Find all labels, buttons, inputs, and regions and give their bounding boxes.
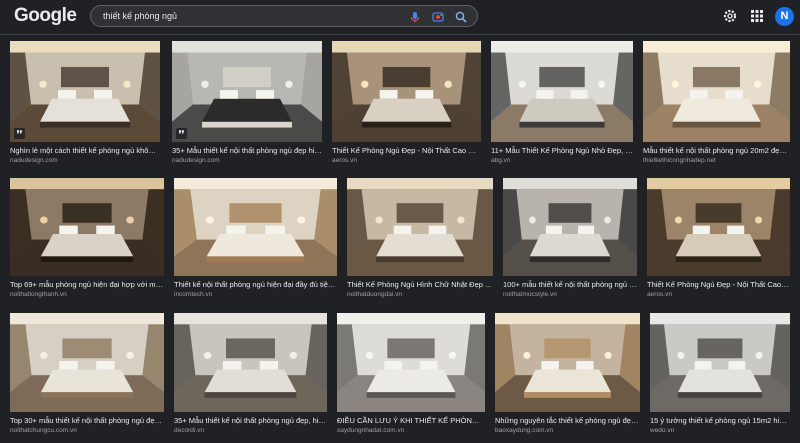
result-title[interactable]: Thiết Kế Phòng Ngủ Hình Chữ Nhật Đẹp ... [347, 280, 493, 290]
result-thumbnail-image[interactable] [174, 178, 337, 276]
result-title[interactable]: Nghìn lẻ một cách thiết kế phòng ngủ khô… [10, 146, 160, 156]
image-result-card[interactable]: 15 ý tưởng thiết kế phòng ngủ 15m2 hiện … [650, 313, 790, 438]
image-result-card[interactable]: Top 69+ mẫu phòng ngủ hiện đại hợp với m… [10, 178, 164, 302]
result-source[interactable]: aeros.vn [647, 290, 790, 299]
result-source[interactable]: nadudesign.com [172, 156, 322, 165]
result-title[interactable]: Top 30+ mẫu thiết kế nội thất phòng ngủ … [10, 416, 164, 426]
top-bar: Google thiết kế phòng ngủ N [0, 0, 800, 34]
result-title[interactable]: ĐIỀU CẦN LƯU Ý KHI THIẾT KẾ PHÒNG NGỦ ..… [337, 416, 485, 426]
result-title[interactable]: Mẫu thiết kế nội thất phòng ngủ 20m2 đẹp… [643, 146, 790, 156]
result-thumbnail-image[interactable] [503, 178, 637, 276]
result-thumbnail-image[interactable] [647, 178, 790, 276]
result-title[interactable]: 11+ Mẫu Thiết Kế Phòng Ngủ Nhỏ Đẹp, Đã..… [491, 146, 633, 156]
result-source[interactable]: wedo.vn [650, 426, 790, 435]
lens-camera-icon[interactable] [431, 10, 445, 24]
result-title[interactable]: 35+ Mẫu thiết kế nội thất phòng ngủ đẹp … [172, 146, 322, 156]
image-result-card[interactable]: 100+ mẫu thiết kế nội thất phòng ngủ hiệ… [503, 178, 637, 302]
settings-gear-icon[interactable] [722, 8, 738, 24]
result-source[interactable]: thietkethicongnhadep.net [643, 156, 790, 165]
result-source[interactable]: noithatchungcu.com.vn [10, 426, 164, 435]
search-icon[interactable] [454, 10, 468, 24]
search-input[interactable] [103, 8, 393, 24]
result-thumbnail-image[interactable] [10, 313, 164, 412]
image-result-card[interactable]: Mẫu thiết kế nội thất phòng ngủ 20m2 đẹp… [643, 41, 790, 168]
result-thumbnail-image[interactable] [337, 313, 485, 412]
result-thumbnail-image[interactable] [10, 41, 160, 142]
image-result-card[interactable]: Thiết Kế Phòng Ngủ Đẹp - Nội Thất Cao Cấ… [647, 178, 790, 302]
image-result-card[interactable]: Những nguyên tắc thiết kế phòng ngủ đẹp … [495, 313, 640, 438]
apps-grid-icon[interactable] [749, 8, 765, 24]
result-title[interactable]: Thiết Kế Phòng Ngủ Đẹp - Nội Thất Cao Cấ… [332, 146, 481, 156]
microphone-icon[interactable] [408, 10, 422, 24]
image-result-card[interactable]: Thiết Kế Phòng Ngủ Đẹp - Nội Thất Cao Cấ… [332, 41, 481, 168]
result-title[interactable]: 35+ Mẫu thiết kế nội thất phòng ngủ đẹp,… [174, 416, 327, 426]
image-result-card[interactable]: Thiết kế nội thất phòng ngủ hiện đại đầy… [174, 178, 337, 302]
result-source[interactable]: baoxaydung.com.vn [495, 426, 640, 435]
google-logo[interactable]: Google [14, 5, 77, 27]
image-result-card[interactable]: 11+ Mẫu Thiết Kế Phòng Ngủ Nhỏ Đẹp, Đã..… [491, 41, 633, 168]
image-result-card[interactable]: ❜❜ 35+ Mẫu thiết kế nội thất phòng ngủ đẹ… [172, 41, 322, 168]
result-thumbnail-image[interactable] [332, 41, 481, 142]
result-title[interactable]: 100+ mẫu thiết kế nội thất phòng ngủ hiệ… [503, 280, 637, 290]
result-title[interactable]: Top 69+ mẫu phòng ngủ hiện đại hợp với m… [10, 280, 164, 290]
image-result-card[interactable]: 35+ Mẫu thiết kế nội thất phòng ngủ đẹp,… [174, 313, 327, 438]
account-avatar[interactable]: N [775, 7, 794, 26]
result-source[interactable]: noithatlongthanh.vn [10, 290, 164, 299]
result-title[interactable]: Thiết Kế Phòng Ngủ Đẹp - Nội Thất Cao Cấ… [647, 280, 790, 290]
result-source[interactable]: incomtech.vn [174, 290, 337, 299]
image-result-card[interactable]: Top 30+ mẫu thiết kế nội thất phòng ngủ … [10, 313, 164, 438]
result-source[interactable]: noithatduongdai.vn [347, 290, 493, 299]
result-source[interactable]: aeros.vn [332, 156, 481, 165]
image-result-card[interactable]: ĐIỀU CẦN LƯU Ý KHI THIẾT KẾ PHÒNG NGỦ ..… [337, 313, 485, 438]
result-thumbnail-image[interactable] [347, 178, 493, 276]
image-result-card[interactable]: Thiết Kế Phòng Ngủ Hình Chữ Nhật Đẹp ...… [347, 178, 493, 302]
search-box[interactable] [90, 5, 478, 27]
quote-badge-icon: ❜❜ [14, 128, 25, 139]
header-divider [0, 34, 800, 35]
result-thumbnail-image[interactable] [174, 313, 327, 412]
result-thumbnail-image[interactable] [491, 41, 633, 142]
result-title[interactable]: Thiết kế nội thất phòng ngủ hiện đại đầy… [174, 280, 337, 290]
result-source[interactable]: nadudesign.com [10, 156, 160, 165]
result-thumbnail-image[interactable] [10, 178, 164, 276]
result-source[interactable]: abg.vn [491, 156, 633, 165]
result-thumbnail-image[interactable] [650, 313, 790, 412]
result-title[interactable]: 15 ý tưởng thiết kế phòng ngủ 15m2 hiện … [650, 416, 790, 426]
image-result-card[interactable]: ❜❜ Nghìn lẻ một cách thiết kế phòng ngủ k… [10, 41, 160, 168]
result-source[interactable]: noithatmocstyle.vn [503, 290, 637, 299]
result-thumbnail-image[interactable] [172, 41, 322, 142]
result-thumbnail-image[interactable] [643, 41, 790, 142]
result-source[interactable]: decordi.vn [174, 426, 327, 435]
quote-badge-icon: ❜❜ [176, 128, 187, 139]
result-title[interactable]: Những nguyên tắc thiết kế phòng ngủ đẹp … [495, 416, 640, 426]
result-source[interactable]: xaydungnhadat.com.vn [337, 426, 485, 435]
result-thumbnail-image[interactable] [495, 313, 640, 412]
